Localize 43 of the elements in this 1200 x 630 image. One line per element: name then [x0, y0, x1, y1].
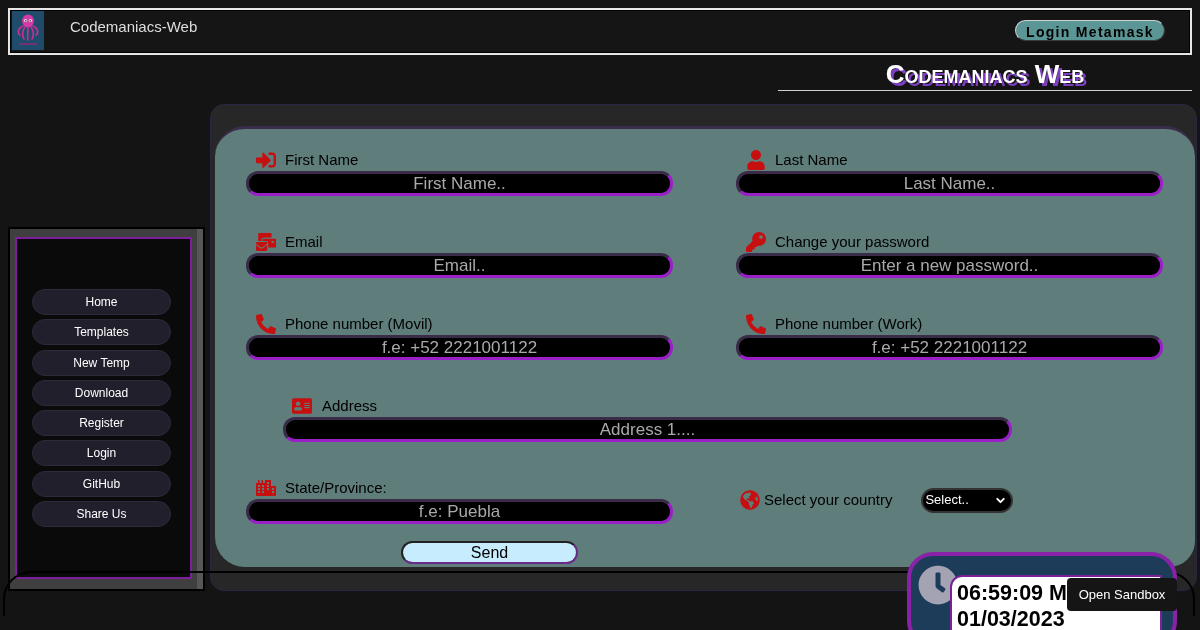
text-field[interactable]: f.e: +52 2221001122 [736, 335, 1163, 360]
clock-date: 01/03/2023 [957, 606, 1065, 630]
nav-button[interactable]: Share Us [32, 501, 171, 528]
field-label: Last Name [775, 150, 848, 170]
text-field[interactable]: Enter a new password.. [736, 253, 1163, 278]
send-button[interactable]: Send [401, 541, 578, 564]
text-field[interactable]: Email.. [246, 253, 673, 278]
page-heading: Codemaniacs Web [885, 59, 1085, 89]
login-metamask-button[interactable]: Login Metamask [1015, 20, 1165, 41]
mail-icon [256, 232, 276, 252]
sign-in-icon [256, 150, 276, 170]
clock-time: 06:59:09 M [957, 580, 1067, 606]
field-label: Phone number (Movil) [285, 314, 433, 334]
nav-button[interactable]: New Temp [32, 349, 171, 376]
globe-icon [740, 490, 760, 510]
field-label: Address [322, 396, 378, 416]
nav-button[interactable]: Templates [32, 319, 171, 346]
field-label: State/Province: [285, 478, 387, 498]
text-field[interactable]: f.e: +52 2221001122 [246, 335, 673, 360]
text-field[interactable]: Last Name.. [736, 171, 1163, 196]
buildings-icon [256, 478, 276, 498]
id-card-icon [292, 396, 312, 416]
country-select[interactable]: Select.. [921, 487, 1014, 513]
field-label: Select your country [764, 490, 893, 510]
field-label: Email [285, 232, 323, 252]
field-label: Phone number (Work) [775, 314, 923, 334]
text-field[interactable]: Address 1.... [283, 417, 1012, 442]
text-field[interactable]: f.e: Puebla [246, 499, 673, 524]
key-icon [746, 232, 766, 252]
user-icon [746, 150, 766, 170]
site-title: Codemaniacs-Web [70, 18, 198, 36]
nav-button[interactable]: GitHub [32, 470, 171, 497]
nav-button[interactable]: Download [32, 379, 171, 406]
nav-button[interactable]: Home [32, 289, 171, 315]
text-field[interactable]: First Name.. [246, 171, 673, 196]
octopus-logo [12, 11, 44, 50]
field-label: Change your password [775, 232, 930, 252]
nav-button[interactable]: Login [32, 440, 171, 467]
phone-icon [256, 314, 276, 334]
phone-icon [746, 314, 766, 334]
nav-button[interactable]: Register [32, 410, 171, 437]
field-label: First Name [285, 150, 359, 170]
open-sandbox-button[interactable]: Open Sandbox [1067, 578, 1177, 611]
